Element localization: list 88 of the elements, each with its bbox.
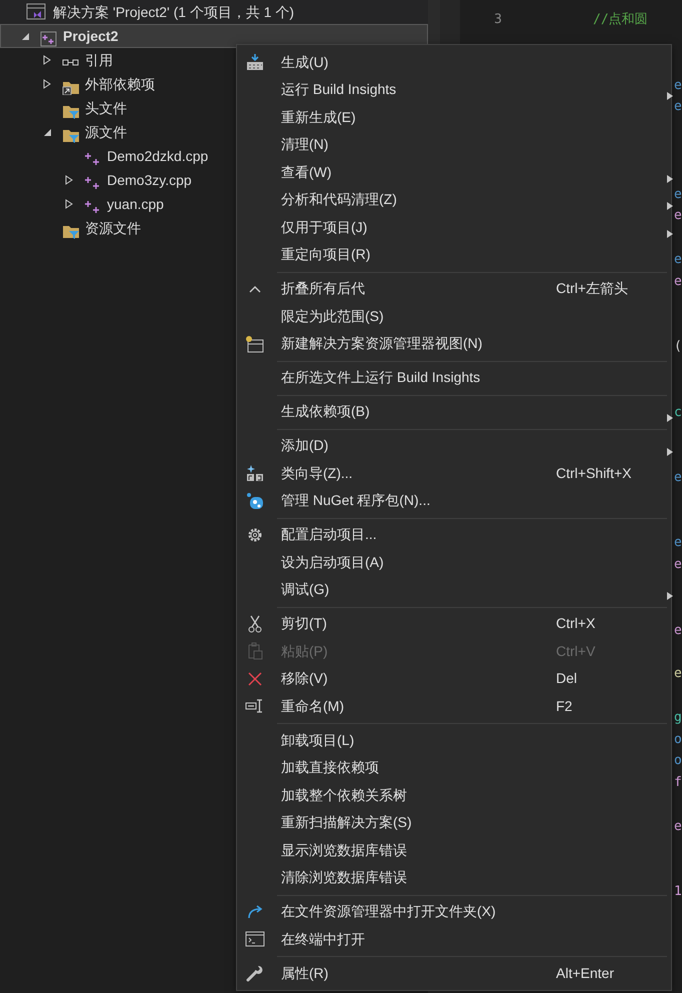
expanded-arrow-icon[interactable] (42, 127, 52, 137)
menu-item[interactable]: 生成(U) (237, 48, 671, 76)
menu-item[interactable]: 配置启动项目... (237, 521, 671, 548)
menu-item[interactable]: 重命名(M) F2 (237, 692, 671, 720)
code-fragment: e (674, 622, 682, 640)
code-fragment: e (674, 98, 682, 116)
submenu-arrow-icon (666, 447, 674, 458)
menu-item[interactable]: 在所选文件上运行 Build Insights (237, 364, 671, 392)
folder-icon (62, 127, 80, 144)
menu-item[interactable]: 添加(D) (237, 432, 671, 460)
clipboard-icon (247, 642, 263, 660)
line-number: 3 (493, 11, 502, 30)
submenu-arrow-icon (666, 228, 674, 239)
submenu-arrow-icon (666, 91, 674, 102)
scissors-icon (248, 614, 262, 633)
menu-item[interactable]: 重新扫描解决方案(S) (237, 809, 671, 836)
solution-icon (26, 3, 46, 21)
cpp-file-icon (84, 151, 102, 168)
cpp-file-icon (84, 199, 102, 216)
menu-item[interactable]: 查看(W) (237, 158, 671, 186)
submenu-arrow-icon (666, 174, 674, 184)
menu-item[interactable]: 在终端中打开 (237, 926, 671, 953)
project-icon (40, 31, 58, 48)
new-window-icon (245, 334, 265, 353)
menu-item[interactable]: 调试(G) (237, 576, 671, 604)
collapse-icon (248, 284, 262, 294)
class-wizard-icon (246, 464, 264, 482)
redo-arrow-icon (246, 904, 264, 920)
menu-item[interactable]: 生成依赖项(B) (237, 398, 671, 426)
collapsed-arrow-icon[interactable] (42, 79, 52, 89)
menu-item[interactable]: 分析和代码清理(Z) (237, 186, 671, 214)
collapsed-arrow-icon[interactable] (42, 55, 52, 65)
menu-item[interactable]: 折叠所有后代 Ctrl+左箭头 (237, 275, 671, 302)
code-fragment: ( (674, 338, 682, 356)
folder-icon (62, 103, 80, 120)
wrench-icon (246, 964, 264, 982)
package-icon (246, 492, 264, 510)
submenu-arrow-icon (666, 591, 674, 602)
menu-item[interactable]: 设为启动项目(A) (237, 548, 671, 576)
rename-icon (245, 699, 265, 714)
cpp-file-icon (84, 175, 102, 192)
code-fragment: e (674, 272, 682, 291)
code-fragment: e (674, 468, 682, 487)
code-fragment: e (674, 665, 682, 684)
menu-item[interactable]: 管理 NuGet 程序包(N)... (237, 487, 671, 514)
tree-item[interactable]: Project2 (0, 24, 428, 48)
code-fragment: e (674, 818, 682, 836)
menu-item[interactable]: 清除浏览数据库错误 (237, 864, 671, 892)
code-fragment: e (674, 251, 682, 269)
settings-icon (246, 526, 264, 544)
menu-item[interactable]: 运行 Build Insights (237, 76, 671, 104)
code-fragment: o (674, 730, 682, 749)
menu-item[interactable]: 重新生成(E) (237, 104, 671, 131)
menu-item[interactable]: 剪切(T) Ctrl+X (237, 610, 671, 638)
code-fragment: e (674, 186, 682, 204)
menu-item[interactable]: 清理(N) (237, 131, 671, 158)
code-fragment: e (674, 556, 682, 574)
collapsed-arrow-icon[interactable] (64, 175, 74, 185)
code-fragment: o (674, 752, 682, 770)
menu-item[interactable]: 加载直接依赖项 (237, 754, 671, 782)
collapsed-arrow-icon[interactable] (64, 199, 74, 209)
menu-item[interactable]: 显示浏览数据库错误 (237, 836, 671, 864)
code-fragment: c (674, 404, 682, 422)
menu-item[interactable]: 重定向项目(R) (237, 241, 671, 268)
menu-item[interactable]: 移除(V) Del (237, 665, 671, 692)
code-line: //点和圆 (593, 11, 648, 30)
menu-item[interactable]: 加载整个依赖关系树 (237, 782, 671, 809)
expanded-arrow-icon[interactable] (20, 31, 30, 41)
build-icon (245, 53, 265, 72)
terminal-icon (245, 931, 265, 948)
menu-item[interactable]: 在文件资源管理器中打开文件夹(X) (237, 898, 671, 926)
code-fragment: e (674, 76, 682, 95)
submenu-arrow-icon (666, 201, 674, 212)
code-fragment: f (674, 774, 682, 792)
code-fragment: g (674, 708, 682, 727)
code-fragment: 1 (674, 883, 682, 902)
menu-item[interactable]: 新建解决方案资源管理器视图(N) (237, 330, 671, 358)
menu-item[interactable]: 仅用于项目(J) (237, 214, 671, 241)
menu-item[interactable]: 类向导(Z)... Ctrl+Shift+X (237, 460, 671, 487)
folder-icon (62, 79, 80, 96)
menu-item[interactable]: 卸载项目(L) (237, 726, 671, 754)
folder-icon (62, 223, 80, 240)
remove-icon (247, 670, 263, 687)
submenu-arrow-icon (666, 413, 674, 424)
menu-item[interactable]: 限定为此范围(S) (237, 302, 671, 330)
menu-item[interactable]: 属性(R) Alt+Enter (237, 960, 671, 987)
code-fragment: e (674, 534, 682, 552)
code-fragment: e (674, 207, 682, 226)
